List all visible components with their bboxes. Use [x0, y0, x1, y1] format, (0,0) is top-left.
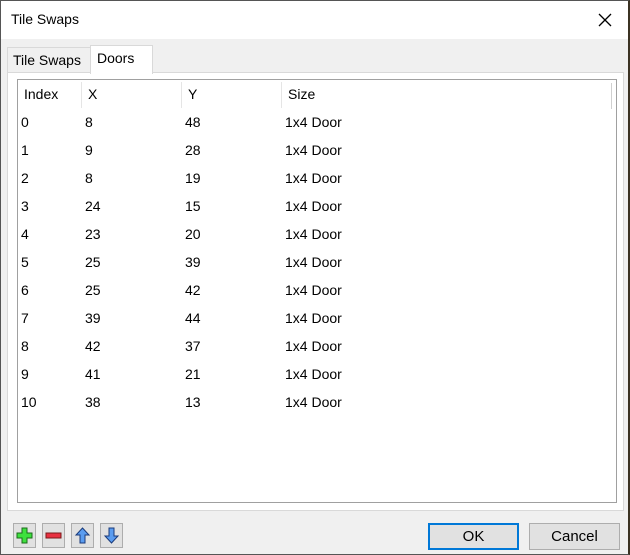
- cell-x: 9: [85, 142, 93, 158]
- plus-icon: [16, 527, 33, 544]
- table-row[interactable]: 1 9 28 1x4 Door: [18, 136, 616, 164]
- cell-x: 8: [85, 114, 93, 130]
- table-row[interactable]: 8 42 37 1x4 Door: [18, 332, 616, 360]
- cell-x: 25: [85, 282, 101, 298]
- cell-x: 24: [85, 198, 101, 214]
- doors-tab-page: Index X Y Size 0 8 48 1x4 Door 1 9 28 1x4 Door 2…: [7, 72, 624, 511]
- table-row[interactable]: 10 38 13 1x4 Door: [18, 388, 616, 416]
- table-row[interactable]: 2 8 19 1x4 Door: [18, 164, 616, 192]
- table-row[interactable]: 4 23 20 1x4 Door: [18, 220, 616, 248]
- cell-index: 7: [21, 310, 29, 326]
- column-header-x[interactable]: X: [82, 80, 182, 108]
- cell-y: 42: [185, 282, 201, 298]
- cell-index: 1: [21, 142, 29, 158]
- column-header-y[interactable]: Y: [182, 80, 282, 108]
- cell-size: 1x4 Door: [285, 142, 342, 158]
- close-button[interactable]: [582, 1, 628, 39]
- title-bar: Tile Swaps: [1, 1, 628, 39]
- table-row[interactable]: 9 41 21 1x4 Door: [18, 360, 616, 388]
- cell-x: 42: [85, 338, 101, 354]
- doors-list[interactable]: Index X Y Size 0 8 48 1x4 Door 1 9 28 1x4 Door 2…: [17, 79, 617, 503]
- tab-tile-swaps[interactable]: Tile Swaps: [7, 47, 91, 73]
- cell-index: 9: [21, 366, 29, 382]
- cancel-button[interactable]: Cancel: [529, 523, 620, 550]
- remove-door-button[interactable]: [42, 523, 65, 548]
- cell-x: 41: [85, 366, 101, 382]
- cell-x: 8: [85, 170, 93, 186]
- cell-index: 3: [21, 198, 29, 214]
- cell-size: 1x4 Door: [285, 366, 342, 382]
- cell-y: 48: [185, 114, 201, 130]
- table-row[interactable]: 5 25 39 1x4 Door: [18, 248, 616, 276]
- cell-size: 1x4 Door: [285, 282, 342, 298]
- ok-button[interactable]: OK: [428, 523, 519, 550]
- cell-size: 1x4 Door: [285, 114, 342, 130]
- column-header-index[interactable]: Index: [18, 80, 82, 108]
- cell-x: 25: [85, 254, 101, 270]
- window-title: Tile Swaps: [11, 11, 79, 27]
- arrow-down-icon: [103, 527, 120, 544]
- cell-size: 1x4 Door: [285, 226, 342, 242]
- table-row[interactable]: 7 39 44 1x4 Door: [18, 304, 616, 332]
- move-down-button[interactable]: [100, 523, 123, 548]
- cell-y: 44: [185, 310, 201, 326]
- cell-index: 0: [21, 114, 29, 130]
- cell-size: 1x4 Door: [285, 254, 342, 270]
- cell-index: 5: [21, 254, 29, 270]
- column-header-size[interactable]: Size: [282, 80, 582, 108]
- table-row[interactable]: 0 8 48 1x4 Door: [18, 108, 616, 136]
- cell-y: 15: [185, 198, 201, 214]
- cell-index: 8: [21, 338, 29, 354]
- cell-x: 39: [85, 310, 101, 326]
- minus-icon: [45, 532, 62, 539]
- cell-size: 1x4 Door: [285, 338, 342, 354]
- cell-x: 23: [85, 226, 101, 242]
- cell-size: 1x4 Door: [285, 310, 342, 326]
- cell-size: 1x4 Door: [285, 170, 342, 186]
- tab-doors[interactable]: Doors: [90, 45, 153, 74]
- cell-index: 4: [21, 226, 29, 242]
- cell-index: 2: [21, 170, 29, 186]
- cell-y: 19: [185, 170, 201, 186]
- cell-x: 38: [85, 394, 101, 410]
- cell-y: 37: [185, 338, 201, 354]
- table-row[interactable]: 3 24 15 1x4 Door: [18, 192, 616, 220]
- cell-size: 1x4 Door: [285, 198, 342, 214]
- cell-y: 28: [185, 142, 201, 158]
- add-door-button[interactable]: [13, 523, 36, 548]
- move-up-button[interactable]: [71, 523, 94, 548]
- cell-y: 20: [185, 226, 201, 242]
- tile-swaps-dialog: Tile Swaps Tile Swaps Doors Index X Y Si…: [0, 0, 630, 555]
- close-icon: [598, 13, 612, 27]
- cell-index: 6: [21, 282, 29, 298]
- cell-y: 21: [185, 366, 201, 382]
- cell-size: 1x4 Door: [285, 394, 342, 410]
- cell-y: 13: [185, 394, 201, 410]
- table-row[interactable]: 6 25 42 1x4 Door: [18, 276, 616, 304]
- cell-index: 10: [21, 394, 37, 410]
- list-header: Index X Y Size: [18, 80, 616, 109]
- cell-y: 39: [185, 254, 201, 270]
- header-end-divider: [611, 83, 612, 109]
- arrow-up-icon: [74, 527, 91, 544]
